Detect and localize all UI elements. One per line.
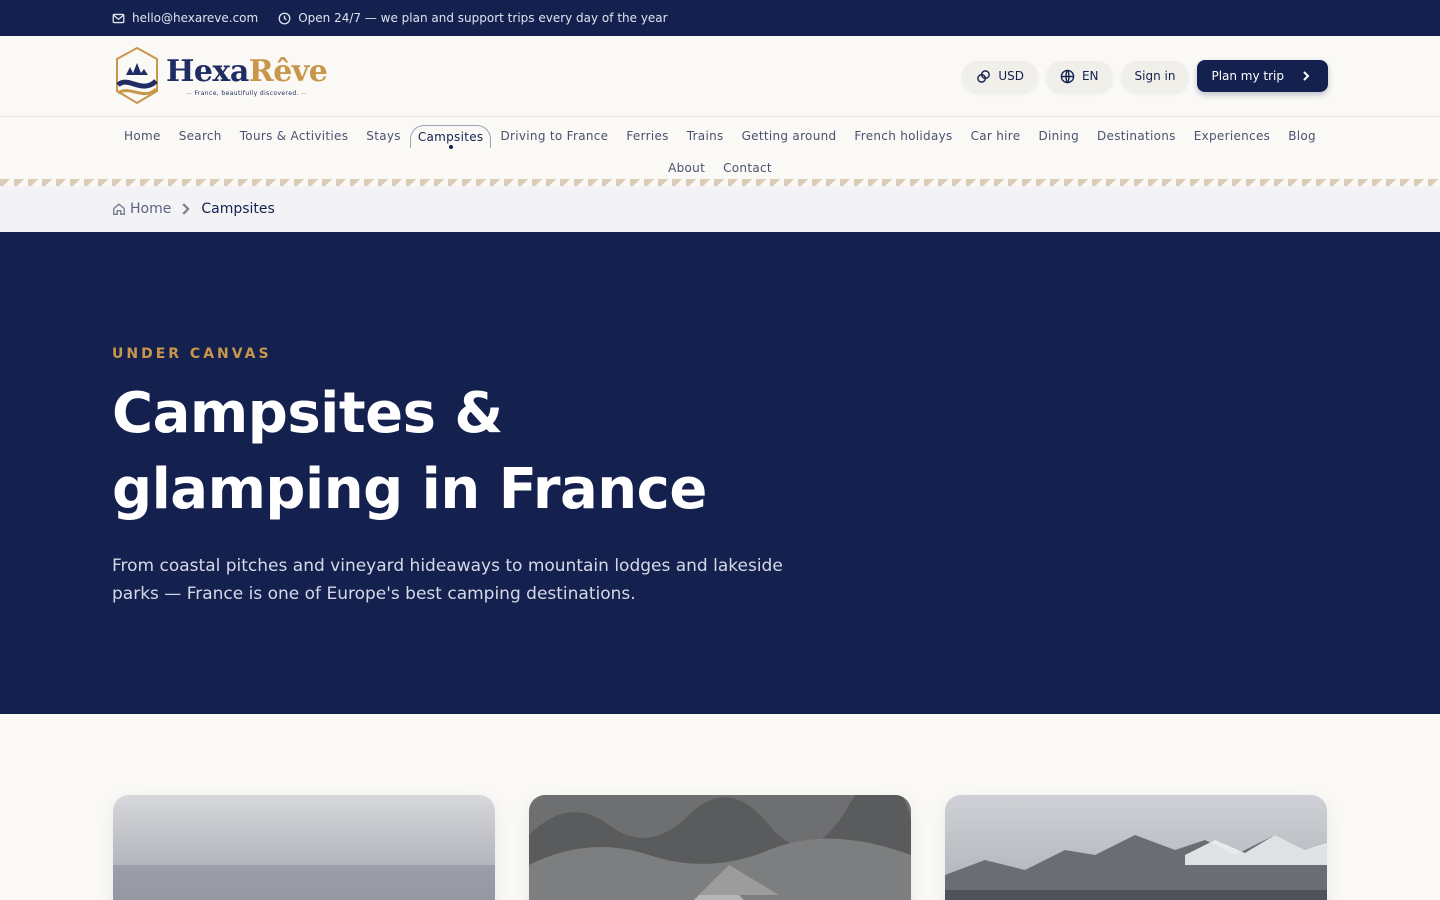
mail-icon: [112, 13, 125, 23]
nav-item-driving-to-france[interactable]: Driving to France: [491, 125, 617, 147]
currency-icon: [977, 69, 991, 83]
breadcrumb-current: Campsites: [201, 201, 275, 217]
campsite-card-2[interactable]: [529, 795, 911, 900]
hero-section: UNDER CANVAS Campsites & glamping in Fra…: [0, 232, 1440, 714]
nav-item-blog[interactable]: Blog: [1279, 125, 1325, 147]
plan-my-trip-button[interactable]: Plan my trip: [1197, 60, 1328, 92]
site-header: HexaRêve France, beautifully discovered.…: [0, 36, 1440, 117]
sign-in-label: Sign in: [1134, 69, 1176, 83]
nav-item-experiences[interactable]: Experiences: [1185, 125, 1279, 147]
hero-title: Campsites & glamping in France: [112, 381, 707, 522]
sign-in-button[interactable]: Sign in: [1120, 60, 1190, 92]
breadcrumb: Home Campsites: [0, 186, 1440, 232]
campsite-card-1[interactable]: [113, 795, 495, 900]
nav-item-trains[interactable]: Trains: [678, 125, 733, 147]
topbar-email-text: hello@hexareve.com: [132, 11, 259, 25]
topbar-hours: Open 24/7 — we plan and support trips ev…: [278, 11, 668, 25]
chevron-right-icon: [1303, 71, 1310, 81]
nav-row-1: Home Search Tours & Activities Stays Cam…: [0, 123, 1440, 149]
nav-item-french-holidays[interactable]: French holidays: [845, 125, 961, 147]
nav-item-dining[interactable]: Dining: [1029, 125, 1088, 147]
language-selector[interactable]: EN: [1045, 60, 1113, 92]
language-label: EN: [1081, 69, 1099, 83]
nav-item-home[interactable]: Home: [115, 125, 170, 147]
nav-item-contact[interactable]: Contact: [714, 157, 781, 179]
nav-decorative-border: [0, 179, 1440, 186]
logo-name-part1: Hexa: [166, 53, 249, 89]
nav-item-tours-activities[interactable]: Tours & Activities: [231, 125, 358, 147]
site-logo[interactable]: HexaRêve France, beautifully discovered.: [112, 45, 328, 107]
hero-eyebrow: UNDER CANVAS: [112, 346, 272, 362]
nav-item-ferries[interactable]: Ferries: [617, 125, 677, 147]
nav-item-destinations[interactable]: Destinations: [1088, 125, 1185, 147]
campsite-card-3[interactable]: [945, 795, 1327, 900]
hero-description: From coastal pitches and vineyard hideaw…: [112, 556, 783, 604]
plan-my-trip-label: Plan my trip: [1211, 69, 1284, 83]
campsite-cards: [0, 714, 1440, 900]
currency-label: USD: [998, 69, 1024, 83]
nav-item-about[interactable]: About: [659, 157, 714, 179]
clock-icon: [278, 12, 291, 24]
top-bar: hello@hexareve.com Open 24/7 — we plan a…: [0, 0, 1440, 36]
nav-row-2: About Contact: [0, 155, 1440, 181]
topbar-email[interactable]: hello@hexareve.com: [112, 11, 258, 25]
nav-item-car-hire[interactable]: Car hire: [962, 125, 1030, 147]
globe-icon: [1060, 69, 1075, 83]
campsite-photo-vineyard: [529, 795, 911, 900]
breadcrumb-home-label: Home: [130, 201, 172, 217]
campsite-photo-mountain: [945, 795, 1327, 900]
topbar-hours-text: Open 24/7 — we plan and support trips ev…: [298, 11, 668, 25]
currency-selector[interactable]: USD: [962, 60, 1038, 92]
breadcrumb-home-link[interactable]: Home: [112, 201, 171, 217]
header-actions: USD EN Sign in Plan my trip: [962, 60, 1328, 92]
nav-item-search[interactable]: Search: [170, 125, 231, 147]
nav-item-getting-around[interactable]: Getting around: [733, 125, 846, 147]
nav-item-campsites[interactable]: Campsites: [409, 124, 492, 149]
logo-name-part2: Rêve: [248, 53, 328, 89]
logo-tagline: France, beautifully discovered.: [166, 90, 327, 97]
main-nav: Home Search Tours & Activities Stays Cam…: [0, 117, 1440, 186]
chevron-right-icon: [182, 203, 191, 215]
campsite-photo-coastal: [113, 795, 495, 900]
logo-wordmark: HexaRêve: [166, 53, 328, 89]
nav-item-stays[interactable]: Stays: [357, 125, 410, 147]
logo-mark-icon: [116, 46, 158, 105]
home-icon: [113, 203, 125, 215]
